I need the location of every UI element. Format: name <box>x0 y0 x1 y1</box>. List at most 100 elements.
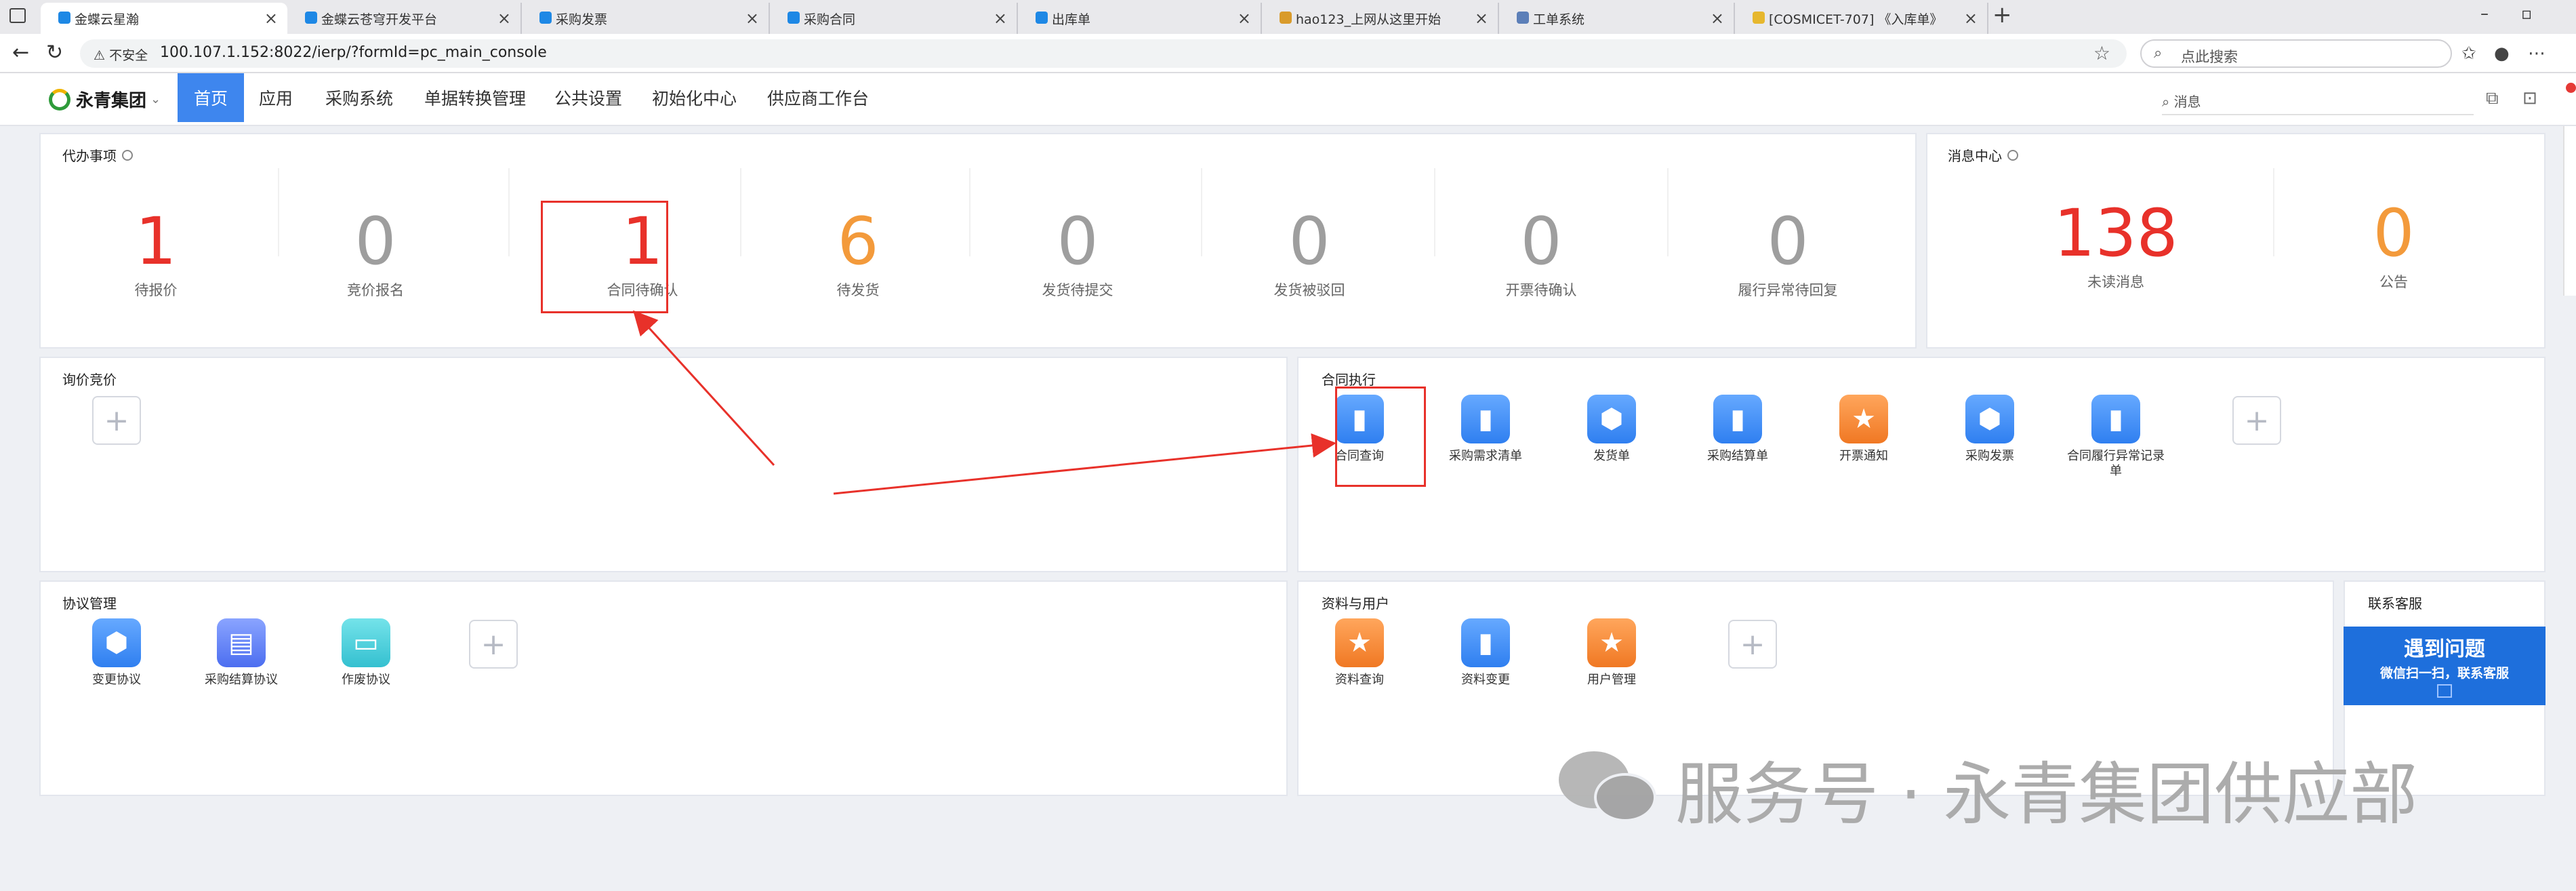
browser-tab[interactable]: 采购合同 × <box>770 3 1018 34</box>
app-label: 作废协议 <box>342 673 390 687</box>
address-bar[interactable]: ⚠ 不安全 100.107.1.152:8022/ierp/?formId=pc… <box>80 39 2127 68</box>
todo-stat[interactable]: 6 待发货 <box>770 207 946 300</box>
app-delivery-note[interactable]: ⬢ 发货单 <box>1551 395 1673 464</box>
url-text[interactable]: 100.107.1.152:8022/ierp/?formId=pc_main_… <box>160 44 547 61</box>
divider <box>969 168 970 256</box>
watermark: 服务号 · 永青集团供应部 <box>1559 739 2417 837</box>
stat-value: 0 <box>1767 203 1809 279</box>
tab-actions-icon[interactable] <box>9 8 26 23</box>
app-profile-change[interactable]: ▮ 资料变更 <box>1425 618 1547 688</box>
more-menu-icon[interactable]: ⋯ <box>2528 43 2546 64</box>
chevron-down-icon[interactable]: ⌄ <box>150 92 161 106</box>
highlight-box-pending-contract <box>541 201 668 313</box>
kingdee-favicon-icon <box>305 12 317 24</box>
tab-title: [COSMICET-707] 《入库单》【审 <box>1769 12 1938 27</box>
close-icon[interactable]: × <box>1711 9 1724 28</box>
add-app-button[interactable]: + <box>1728 620 1777 669</box>
browser-tab[interactable]: 工单系统 × <box>1499 3 1735 34</box>
support-banner[interactable]: 遇到问题 微信扫一扫，联系客服 <box>2344 627 2546 705</box>
message-stat[interactable]: 0 公告 <box>2306 199 2482 292</box>
todo-stat[interactable]: 0 履行异常待回复 <box>1700 207 1876 300</box>
app-invoice-notice[interactable]: ★ 开票通知 <box>1803 395 1925 464</box>
app-label: 资料查询 <box>1335 673 1384 687</box>
favorites-icon[interactable]: ✩ <box>2461 43 2476 64</box>
divider <box>2273 168 2274 256</box>
kingdee-favicon-icon <box>1036 12 1048 24</box>
security-indicator[interactable]: ⚠ 不安全 <box>94 45 148 64</box>
back-arrow-icon[interactable]: ← <box>12 41 29 64</box>
todo-stat[interactable]: 0 开票待确认 <box>1453 207 1629 300</box>
app-user-management[interactable]: ★ 用户管理 <box>1551 618 1673 688</box>
app-purchase-settlement[interactable]: ▮ 采购结算单 <box>1677 395 1799 464</box>
nav-supplier-workbench[interactable]: 供应商工作台 <box>751 73 885 122</box>
browser-tab[interactable]: 金蝶云苍穹开发平台 × <box>287 3 522 34</box>
browser-tab[interactable]: hao123_上网从这里开始 × <box>1262 3 1499 34</box>
tab-title: 金蝶云星瀚 <box>75 12 140 27</box>
close-icon[interactable]: × <box>1964 9 1978 28</box>
kingdee-favicon-icon <box>788 12 800 24</box>
nav-home[interactable]: 首页 <box>178 73 245 122</box>
stat-label: 待发货 <box>836 282 880 298</box>
app-purchase-invoice[interactable]: ⬢ 采购发票 <box>1929 395 2051 464</box>
todo-stat[interactable]: 0 发货被驳回 <box>1221 207 1397 300</box>
app-search[interactable]: ⌕ 消息 <box>2162 91 2201 111</box>
stat-label: 开票待确认 <box>1505 282 1577 298</box>
app-header: 永青集团 ⌄ 首页 应用 采购系统 单据转换管理 公共设置 初始化中心 供应商工… <box>0 73 2576 126</box>
add-app-button[interactable]: + <box>92 396 141 445</box>
stat-value: 6 <box>837 203 879 279</box>
nav-init-center[interactable]: 初始化中心 <box>636 73 753 122</box>
nav-public-settings[interactable]: 公共设置 <box>538 73 638 122</box>
reload-icon[interactable]: ↻ <box>46 41 63 64</box>
maximize-icon[interactable]: ▫ <box>2521 4 2532 23</box>
notification-badge <box>2566 83 2576 93</box>
browser-tab-active[interactable]: 金蝶云星瀚 × <box>41 3 287 34</box>
minimize-icon[interactable]: – <box>2480 4 2489 23</box>
close-icon[interactable]: × <box>994 9 1007 28</box>
side-toolbar[interactable] <box>2563 126 2576 296</box>
bag-icon[interactable]: ⊡ <box>2522 88 2537 108</box>
app-void-agreement[interactable]: ▭ 作废协议 <box>305 618 427 688</box>
refresh-icon[interactable] <box>2007 149 2018 161</box>
bookmark-icon: ▮ <box>1461 618 1510 667</box>
close-icon[interactable]: × <box>745 9 759 28</box>
browser-tab[interactable]: 出库单 × <box>1018 3 1262 34</box>
agreement-title: 协议管理 <box>62 595 117 612</box>
brand-logo[interactable]: 永青集团 <box>49 87 146 112</box>
add-app-button[interactable]: + <box>2232 396 2281 445</box>
bookmark-star-icon[interactable]: ☆ <box>2093 42 2110 64</box>
nav-doc-conversion[interactable]: 单据转换管理 <box>408 73 542 122</box>
browser-tab[interactable]: 采购发票 × <box>522 3 770 34</box>
plus-icon[interactable]: + <box>1992 1 2012 28</box>
app-profile-query[interactable]: ★ 资料查询 <box>1299 618 1420 688</box>
close-icon[interactable]: × <box>497 9 511 28</box>
star-icon: ★ <box>1839 395 1888 443</box>
message-center-card: 消息中心 138 未读消息 0 公告 <box>1926 133 2546 349</box>
close-icon[interactable]: × <box>1238 9 1251 28</box>
app-settlement-agreement[interactable]: ▤ 采购结算协议 <box>180 618 302 688</box>
close-icon[interactable]: × <box>264 9 278 28</box>
tab-title: 采购发票 <box>556 12 608 27</box>
profile-icon[interactable]: ● <box>2494 43 2510 64</box>
refresh-icon[interactable] <box>122 149 133 161</box>
stat-label: 未读消息 <box>2087 274 2144 290</box>
app-change-agreement[interactable]: ⬢ 变更协议 <box>56 618 178 688</box>
nav-apps[interactable]: 应用 <box>243 73 309 122</box>
stat-label: 竞价报名 <box>347 282 404 298</box>
close-icon[interactable]: × <box>1475 9 1488 28</box>
add-app-button[interactable]: + <box>469 620 518 669</box>
message-icon[interactable]: ⧉ <box>2486 88 2499 109</box>
message-stat[interactable]: 138 未读消息 <box>2028 199 2204 292</box>
browser-tab[interactable]: [COSMICET-707] 《入库单》【审 × <box>1735 3 1988 34</box>
agreement-card: 协议管理 ⬢ 变更协议 ▤ 采购结算协议 ▭ 作废协议 + <box>39 580 1288 796</box>
nav-procurement[interactable]: 采购系统 <box>309 73 409 122</box>
todo-stat[interactable]: 0 发货待提交 <box>989 207 1166 300</box>
app-purchase-demand-list[interactable]: ▮ 采购需求清单 <box>1425 395 1547 464</box>
browser-search-box[interactable]: ⌕ 点此搜索 <box>2140 39 2452 68</box>
todo-card: 代办事项 1 待报价 0 竞价报名 1 合同待确认 6 待发货 0 发货待提交 … <box>39 133 1917 349</box>
stat-value: 138 <box>2053 195 2178 271</box>
app-contract-exception-record[interactable]: ▮ 合同履行异常记录单 <box>2055 395 2177 479</box>
todo-stat[interactable]: 1 待报价 <box>68 207 244 300</box>
security-label: 不安全 <box>109 48 148 63</box>
todo-stat[interactable]: 0 竞价报名 <box>287 207 464 300</box>
browser-toolbar: ← ↻ ⚠ 不安全 100.107.1.152:8022/ierp/?formI… <box>0 34 2576 73</box>
